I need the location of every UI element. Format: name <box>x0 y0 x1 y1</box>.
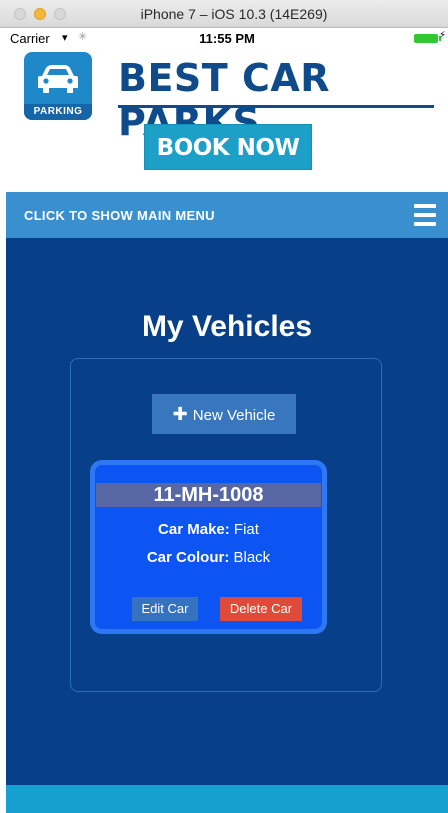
logo-text: PARKING <box>24 104 92 120</box>
new-vehicle-button[interactable]: ✚ New Vehicle <box>152 394 296 434</box>
main-menu-toggle[interactable]: CLICK TO SHOW MAIN MENU <box>6 192 448 238</box>
vehicle-plate: 11-MH-1008 <box>96 483 321 507</box>
car-make-value: Fiat <box>233 521 259 538</box>
page-title: My Vehicles <box>141 310 313 343</box>
car-icon <box>38 65 78 93</box>
vehicle-card: 11-MH-1008 Car Make: Fiat Car Colour: Bl… <box>90 460 327 634</box>
device-screen: Carrier ▾ ✳ 11:55 PM ⚡ PARKING BEST CAR … <box>6 28 448 813</box>
car-colour-line: Car Colour: Black <box>95 549 322 566</box>
plus-icon: ✚ <box>172 404 188 424</box>
car-colour-value: Black <box>233 549 271 566</box>
car-make-label: Car Make: <box>158 521 230 538</box>
simulator-title-bar: iPhone 7 – iOS 10.3 (14E269) <box>0 0 448 28</box>
status-bar: Carrier ▾ ✳ 11:55 PM ⚡ <box>6 28 448 48</box>
parking-logo[interactable]: PARKING <box>24 52 92 120</box>
brand-underline <box>118 105 434 108</box>
window-title: iPhone 7 – iOS 10.3 (14E269) <box>140 6 328 22</box>
car-make-line: Car Make: Fiat <box>95 521 322 538</box>
book-now-button[interactable]: BOOK NOW <box>144 124 312 170</box>
charging-icon: ⚡ <box>438 30 446 41</box>
vehicles-panel: ✚ New Vehicle 11-MH-1008 Car Make: Fiat C… <box>70 358 382 692</box>
status-time: 11:55 PM <box>199 31 255 46</box>
delete-car-button[interactable]: Delete Car <box>220 597 302 621</box>
menu-toggle-label: CLICK TO SHOW MAIN MENU <box>24 208 215 223</box>
site-header: PARKING BEST CAR PARKS BOOK NOW <box>6 48 448 192</box>
car-colour-label: Car Colour: <box>146 549 230 566</box>
footer-bar <box>6 785 448 813</box>
main-content: My Vehicles ✚ New Vehicle 11-MH-1008 Car … <box>6 238 448 785</box>
edit-car-button[interactable]: Edit Car <box>132 597 198 621</box>
hamburger-icon[interactable] <box>414 204 436 226</box>
battery-icon <box>414 34 441 43</box>
new-vehicle-label: New Vehicle <box>192 407 276 424</box>
